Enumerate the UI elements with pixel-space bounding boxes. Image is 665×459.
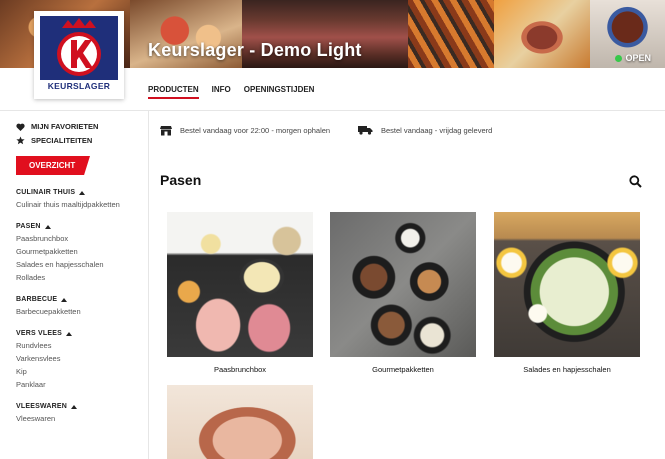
caret-up-icon bbox=[65, 331, 72, 336]
product-image bbox=[494, 212, 640, 357]
heart-icon bbox=[16, 123, 25, 131]
caret-up-icon bbox=[79, 190, 86, 195]
product-card[interactable] bbox=[167, 385, 313, 459]
product-card[interactable]: Paasbrunchbox bbox=[167, 212, 313, 374]
category-header[interactable]: CULINAIR THUIS bbox=[16, 189, 144, 196]
product-card[interactable]: Salades en hapjesschalen bbox=[494, 212, 640, 374]
store-name: Keurslager - Demo Light bbox=[148, 40, 362, 60]
sidebar-item-paasbrunchbox[interactable]: Paasbrunchbox bbox=[16, 234, 144, 243]
main-tabs: PRODUCTEN INFO OPENINGSTIJDEN bbox=[148, 85, 314, 99]
sidebar-item-kip[interactable]: Kip bbox=[16, 367, 144, 376]
product-image bbox=[167, 212, 313, 357]
category-vers-vlees: VERS VLEES Rundvlees Varkensvlees Kip Pa… bbox=[16, 330, 144, 389]
product-name: Gourmetpakketten bbox=[372, 365, 434, 374]
sidebar-item-favorites[interactable]: MIJN FAVORIETEN bbox=[16, 122, 144, 131]
caret-up-icon bbox=[44, 224, 51, 229]
sidebar-item-culinair-thuis-maaltijdpakketten[interactable]: Culinair thuis maaltijdpakketten bbox=[16, 200, 144, 209]
category-title: PASEN bbox=[16, 223, 41, 230]
product-name: Salades en hapjesschalen bbox=[523, 365, 611, 374]
favorites-label: MIJN FAVORIETEN bbox=[31, 122, 99, 131]
tab-producten[interactable]: PRODUCTEN bbox=[148, 85, 199, 99]
tab-info[interactable]: INFO bbox=[212, 85, 231, 99]
product-image bbox=[167, 385, 313, 459]
category-header[interactable]: VLEESWAREN bbox=[16, 403, 144, 410]
sidebar-item-vleeswaren[interactable]: Vleeswaren bbox=[16, 414, 144, 423]
sidebar-item-gourmetpakketten[interactable]: Gourmetpakketten bbox=[16, 247, 144, 256]
caret-up-icon bbox=[61, 297, 68, 302]
page-title: Pasen bbox=[160, 172, 202, 188]
sidebar-item-specialties[interactable]: SPECIALITEITEN bbox=[16, 136, 144, 145]
sidebar-item-rollades[interactable]: Rollades bbox=[16, 273, 144, 282]
overview-button[interactable]: OVERZICHT bbox=[16, 156, 90, 175]
sidebar-divider bbox=[148, 111, 149, 459]
banner-photo-sliced-meat bbox=[494, 0, 590, 68]
category-title: CULINAIR THUIS bbox=[16, 189, 76, 196]
sidebar: MIJN FAVORIETEN SPECIALITEITEN OVERZICHT… bbox=[16, 122, 144, 423]
category-vleeswaren: VLEESWAREN Vleeswaren bbox=[16, 403, 144, 423]
sidebar-item-rundvlees[interactable]: Rundvlees bbox=[16, 341, 144, 350]
caret-up-icon bbox=[71, 404, 78, 409]
header-divider bbox=[0, 110, 665, 111]
banner-photo-sausages bbox=[408, 0, 494, 68]
pickup-info: Bestel vandaag voor 22:00 - morgen ophal… bbox=[160, 125, 330, 136]
product-name: Paasbrunchbox bbox=[213, 365, 267, 374]
pickup-text: Bestel vandaag voor 22:00 - morgen ophal… bbox=[180, 126, 331, 135]
sidebar-item-salades[interactable]: Salades en hapjesschalen bbox=[16, 260, 144, 269]
category-header[interactable]: PASEN bbox=[16, 223, 144, 230]
open-status-badge: OPEN bbox=[615, 53, 651, 63]
store-icon bbox=[160, 126, 172, 136]
category-title: BARBECUE bbox=[16, 296, 58, 303]
logo-text: KEURSLAGER bbox=[47, 81, 111, 91]
product-card[interactable]: Gourmetpakketten bbox=[330, 212, 476, 374]
category-title: VERS VLEES bbox=[16, 330, 62, 337]
specialties-label: SPECIALITEITEN bbox=[31, 136, 93, 145]
truck-icon bbox=[358, 126, 373, 135]
sidebar-item-panklaar[interactable]: Panklaar bbox=[16, 380, 144, 389]
delivery-text: Bestel vandaag - vrijdag geleverd bbox=[381, 125, 493, 135]
category-culinair-thuis: CULINAIR THUIS Culinair thuis maaltijdpa… bbox=[16, 189, 144, 209]
keurslager-crown-k-icon bbox=[40, 16, 118, 80]
sidebar-item-barbecuepakketten[interactable]: Barbecuepakketten bbox=[16, 307, 144, 316]
delivery-info: Bestel vandaag - vrijdag geleverd bbox=[358, 125, 492, 135]
star-icon bbox=[16, 136, 25, 145]
status-dot-icon bbox=[615, 54, 623, 62]
product-image bbox=[330, 212, 476, 357]
store-logo[interactable]: KEURSLAGER bbox=[34, 11, 124, 99]
category-barbecue: BARBECUE Barbecuepakketten bbox=[16, 296, 144, 316]
search-icon[interactable] bbox=[629, 175, 642, 188]
category-title: VLEESWAREN bbox=[16, 403, 68, 410]
open-status-label: OPEN bbox=[625, 53, 651, 63]
category-pasen: PASEN Paasbrunchbox Gourmetpakketten Sal… bbox=[16, 223, 144, 282]
sidebar-item-varkensvlees[interactable]: Varkensvlees bbox=[16, 354, 144, 363]
tab-openingstijden[interactable]: OPENINGSTIJDEN bbox=[244, 85, 315, 99]
category-header[interactable]: VERS VLEES bbox=[16, 330, 144, 337]
category-header[interactable]: BARBECUE bbox=[16, 296, 144, 303]
